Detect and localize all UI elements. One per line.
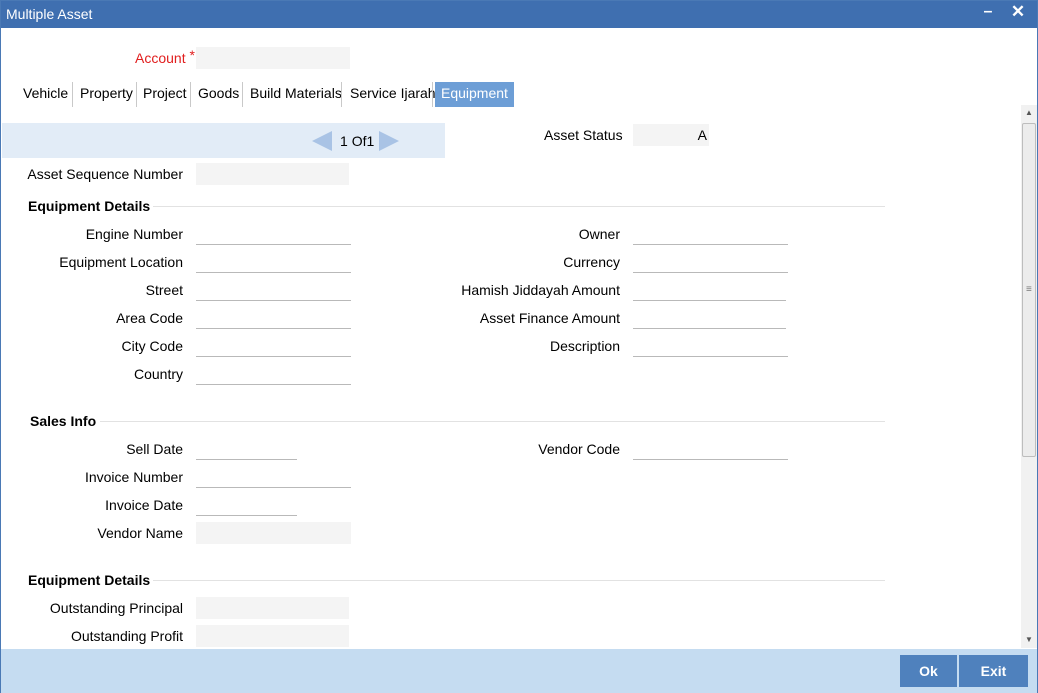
- country-input[interactable]: [196, 363, 351, 385]
- close-icon[interactable]: ✕: [1007, 2, 1029, 28]
- vendor-code-input[interactable]: [633, 438, 788, 460]
- pager-of: Of: [351, 133, 367, 149]
- section-divider: [100, 421, 885, 422]
- record-pager: 1 Of1: [2, 123, 445, 158]
- outstanding-principal-input[interactable]: [196, 597, 349, 619]
- scroll-thumb[interactable]: ≡: [1022, 123, 1036, 457]
- equipment-details-heading: Equipment Details: [28, 198, 151, 214]
- asset-status-field: A: [633, 124, 709, 146]
- sell-date-input[interactable]: [196, 438, 297, 460]
- invoice-date-label: Invoice Date: [105, 497, 183, 513]
- engine-number-input[interactable]: [196, 223, 351, 245]
- account-label-text: Account: [135, 50, 186, 66]
- sell-date-label: Sell Date: [126, 441, 183, 457]
- description-input[interactable]: [633, 335, 788, 357]
- tab-divider: [72, 82, 73, 107]
- currency-label: Currency: [563, 254, 620, 270]
- street-label: Street: [145, 282, 183, 298]
- tab-divider: [190, 82, 191, 107]
- pager-total: 1: [366, 133, 375, 149]
- asset-finance-amount-input[interactable]: [633, 307, 786, 329]
- pager-current: 1: [340, 133, 348, 149]
- pager-text: 1 Of1: [340, 133, 374, 149]
- owner-label: Owner: [578, 226, 620, 242]
- section-divider: [153, 206, 885, 207]
- window-title: Multiple Asset: [6, 6, 93, 22]
- currency-input[interactable]: [633, 251, 788, 273]
- scroll-up-icon[interactable]: ▲: [1021, 105, 1037, 121]
- outstanding-principal-label: Outstanding Principal: [49, 600, 183, 616]
- outstanding-profit-input[interactable]: [196, 625, 349, 647]
- tab-service-ijarah[interactable]: Service Ijarah: [344, 82, 442, 107]
- account-input[interactable]: [196, 47, 350, 69]
- invoice-number-input[interactable]: [196, 466, 351, 488]
- vendor-code-label: Vendor Code: [538, 441, 620, 457]
- area-code-input[interactable]: [196, 307, 351, 329]
- tab-divider: [432, 82, 433, 107]
- section-divider: [153, 580, 885, 581]
- vertical-scrollbar[interactable]: ▲ ≡ ▼: [1021, 105, 1037, 648]
- tab-divider: [242, 82, 243, 107]
- tab-property[interactable]: Property: [74, 82, 139, 107]
- minimize-icon[interactable]: –: [977, 3, 999, 29]
- vendor-name-input[interactable]: [196, 522, 351, 544]
- title-bar: Multiple Asset – ✕: [1, 1, 1037, 28]
- previous-record-icon[interactable]: [312, 131, 332, 151]
- tab-vehicle[interactable]: Vehicle: [17, 82, 74, 107]
- sales-info-heading: Sales Info: [30, 413, 97, 429]
- city-code-label: City Code: [121, 338, 183, 354]
- country-label: Country: [133, 366, 183, 382]
- exit-button[interactable]: Exit: [959, 655, 1028, 687]
- tab-project[interactable]: Project: [137, 82, 193, 107]
- grip-icon: ≡: [1026, 284, 1032, 295]
- invoice-date-input[interactable]: [196, 494, 297, 516]
- equipment-location-label: Equipment Location: [59, 254, 183, 270]
- asset-sequence-label: Asset Sequence Number: [27, 166, 183, 182]
- tab-goods[interactable]: Goods: [192, 82, 245, 107]
- required-marker: *: [189, 47, 195, 63]
- tab-build-materials[interactable]: Build Materials: [244, 82, 348, 107]
- asset-sequence-input[interactable]: [196, 163, 349, 185]
- engine-number-label: Engine Number: [85, 226, 183, 242]
- asset-status-value: A: [697, 127, 707, 143]
- owner-input[interactable]: [633, 223, 788, 245]
- tab-equipment[interactable]: Equipment: [435, 82, 514, 107]
- city-code-input[interactable]: [196, 335, 351, 357]
- multiple-asset-window: Multiple Asset – ✕ Account * Vehicle Pro…: [0, 0, 1038, 693]
- tab-divider: [341, 82, 342, 107]
- asset-status-label: Asset Status: [544, 127, 623, 143]
- equipment-details-heading-2: Equipment Details: [28, 572, 151, 588]
- account-label: Account *: [135, 47, 195, 66]
- next-record-icon[interactable]: [379, 131, 399, 151]
- outstanding-profit-label: Outstanding Profit: [70, 628, 183, 644]
- vendor-name-label: Vendor Name: [97, 525, 183, 541]
- invoice-number-label: Invoice Number: [84, 469, 183, 485]
- hamish-jiddayah-amount-input[interactable]: [633, 279, 786, 301]
- footer-bar: Ok Exit: [1, 649, 1037, 693]
- scroll-down-icon[interactable]: ▼: [1021, 632, 1037, 648]
- description-label: Description: [549, 338, 620, 354]
- street-input[interactable]: [196, 279, 351, 301]
- area-code-label: Area Code: [116, 310, 183, 326]
- equipment-location-input[interactable]: [196, 251, 351, 273]
- hamish-jiddayah-amount-label: Hamish Jiddayah Amount: [461, 282, 620, 298]
- asset-finance-amount-label: Asset Finance Amount: [479, 310, 620, 326]
- ok-button[interactable]: Ok: [900, 655, 957, 687]
